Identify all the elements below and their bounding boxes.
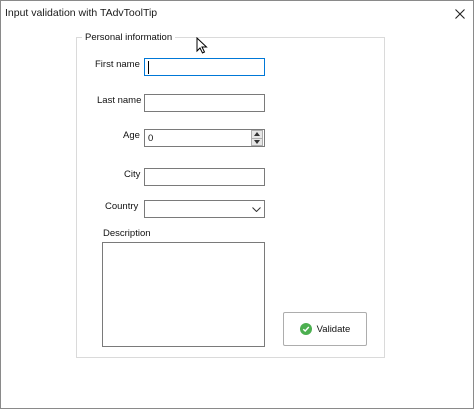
first-name-label: First name — [95, 59, 140, 70]
app-window: Input validation with TAdvToolTip Person… — [0, 0, 474, 409]
spin-down-button[interactable] — [251, 138, 263, 146]
age-spinner — [251, 130, 263, 146]
title-bar: Input validation with TAdvToolTip — [1, 1, 473, 28]
spin-up-button[interactable] — [251, 130, 263, 139]
city-label: City — [124, 169, 141, 180]
age-spin-input[interactable] — [144, 129, 265, 147]
city-input[interactable] — [144, 168, 265, 186]
last-name-label: Last name — [97, 95, 142, 106]
window-title: Input validation with TAdvToolTip — [5, 7, 158, 19]
age-label: Age — [123, 130, 140, 141]
description-memo[interactable] — [102, 242, 265, 347]
country-combobox[interactable] — [144, 200, 265, 218]
arrow-down-icon — [254, 139, 260, 144]
validate-button-label: Validate — [316, 323, 351, 335]
chevron-down-icon — [251, 206, 261, 212]
last-name-input[interactable] — [144, 94, 265, 112]
close-button[interactable] — [446, 2, 474, 26]
validate-button[interactable]: Validate — [283, 312, 367, 346]
close-icon — [455, 9, 465, 19]
country-dropdown-button[interactable] — [249, 203, 263, 215]
check-circle-icon — [299, 323, 312, 335]
description-label: Description — [103, 228, 151, 239]
arrow-up-icon — [254, 132, 260, 137]
text-caret — [148, 61, 149, 74]
groupbox-title: Personal information — [82, 32, 176, 43]
first-name-input[interactable] — [144, 58, 265, 76]
mouse-pointer-icon — [196, 37, 208, 54]
country-label: Country — [105, 201, 139, 212]
